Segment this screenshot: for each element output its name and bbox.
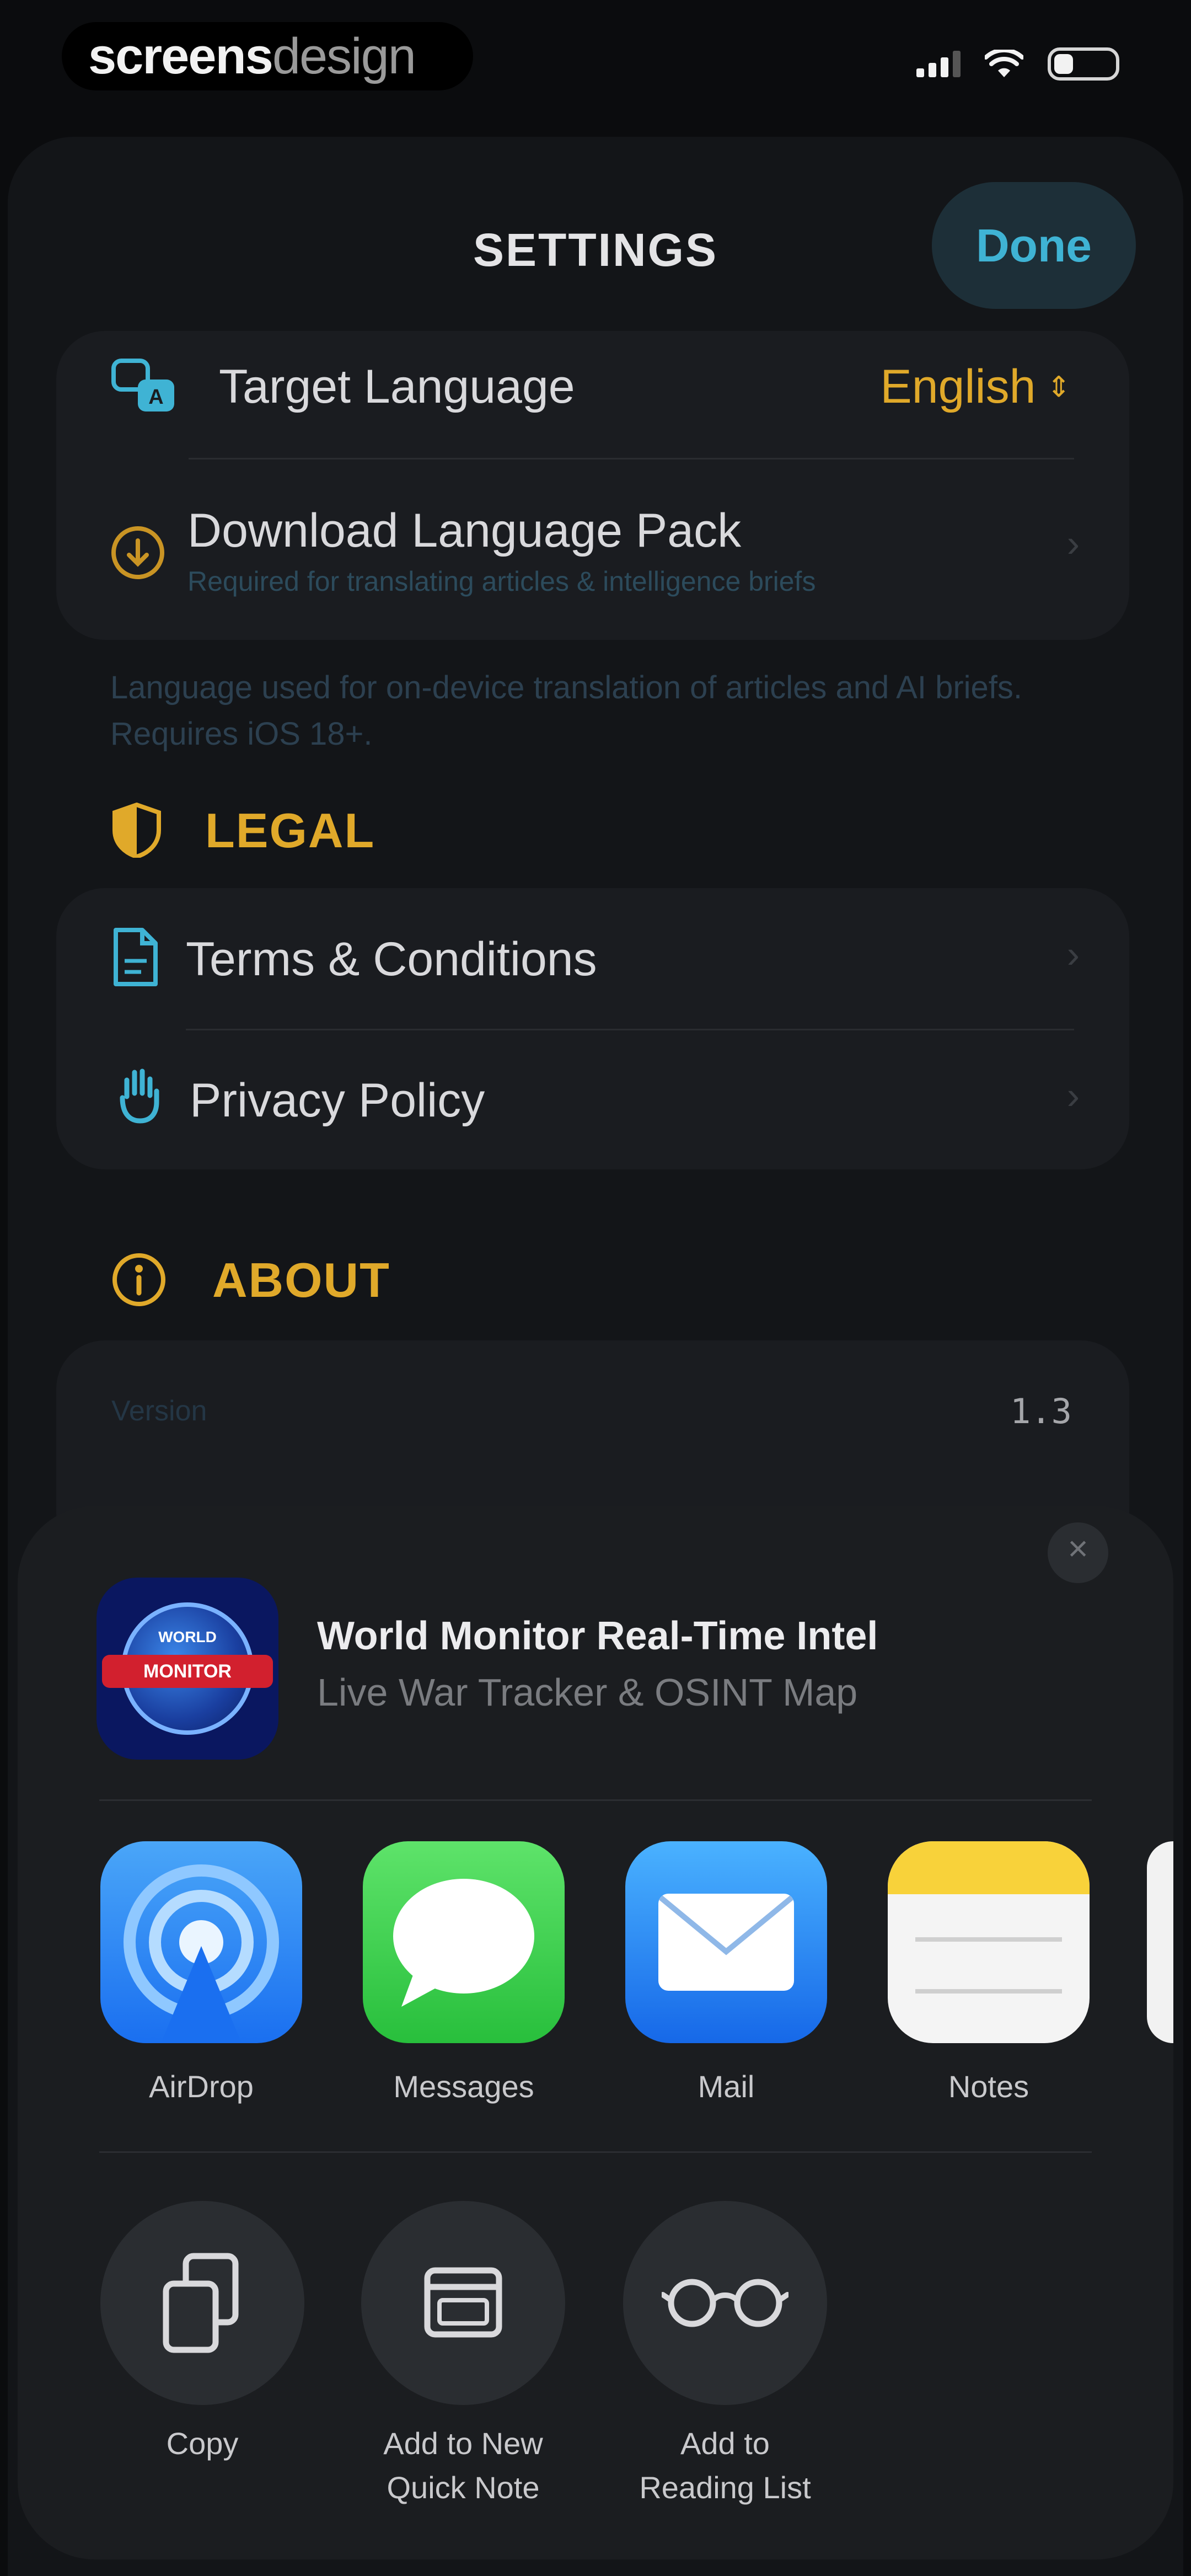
chevron-right-icon: › [1066,1074,1080,1117]
row-divider [189,458,1074,459]
target-language-value: English [880,360,1036,413]
battery-level [1054,54,1073,74]
messages-tile[interactable] [363,1841,565,2043]
status-bar: screens design [0,0,1191,127]
share-divider [99,1799,1092,1801]
brand-text-light: design [272,28,416,84]
up-down-chevron-icon: ⇕ [1047,371,1071,403]
airdrop-tile[interactable] [100,1841,302,2043]
reading-list-button[interactable] [623,2201,827,2405]
document-icon [114,928,158,986]
version-label: Version [111,1395,207,1427]
reading-list-icon [662,2279,788,2327]
version-value: 1.3 [1010,1391,1072,1431]
mail-tile[interactable] [625,1841,827,2043]
quick-note-label: Add to New Quick Note [347,2422,579,2510]
download-language-pack-subtitle: Required for translating articles & inte… [187,566,816,597]
language-card: A Target Language English ⇕ Download Lan… [56,331,1129,640]
app-icon-text-top: WORLD [158,1628,217,1645]
airdrop-label: AirDrop [149,2069,254,2104]
reading-list-label-line1: Add to [680,2426,770,2461]
more-app-tile[interactable] [1147,1841,1173,2043]
app-icon-banner: MONITOR [102,1655,273,1688]
mail-icon [658,1894,794,1991]
info-icon [112,1253,165,1306]
download-icon [111,526,164,579]
screen-root: screens design SETTINGS Done A Target Lan… [0,0,1191,2576]
legal-card: Terms & Conditions › Privacy Policy › [56,888,1129,1169]
target-language-label: Target Language [219,360,575,413]
app-icon: MONITOR WORLD [96,1578,278,1760]
quick-note-button[interactable] [361,2201,565,2405]
copy-icon [163,2253,239,2353]
privacy-label: Privacy Policy [190,1074,485,1127]
close-button[interactable]: × [1048,1522,1108,1583]
app-icon-text: MONITOR [143,1660,232,1682]
share-divider [99,2151,1092,2153]
terms-label: Terms & Conditions [186,933,597,986]
airdrop-icon [124,1864,279,2043]
terms-row[interactable]: Terms & Conditions › [56,888,1129,1029]
brand-watermark: screens design [62,22,473,90]
messages-icon [393,1879,534,2007]
language-footnote: Language used for on-device translation … [110,670,1023,752]
notes-label: Notes [948,2069,1029,2104]
shield-icon [112,803,161,858]
hand-icon [120,1068,159,1124]
battery-icon [1048,47,1119,81]
quick-note-label-line1: Add to New [383,2426,543,2461]
messages-label: Messages [393,2069,534,2104]
wifi-icon [985,50,1023,77]
cellular-signal-icon [916,51,961,77]
chevron-right-icon: › [1066,933,1080,976]
done-button[interactable]: Done [932,182,1136,309]
svg-text:A: A [148,386,163,409]
download-language-pack-row[interactable]: Download Language Pack Required for tran… [56,461,1129,626]
status-icons [916,47,1119,81]
privacy-row[interactable]: Privacy Policy › [56,1030,1129,1169]
reading-list-label: Add to Reading List [609,2422,841,2510]
copy-button[interactable] [100,2201,304,2405]
share-app-title: World Monitor Real-Time Intel [317,1614,878,1658]
quick-note-icon [424,2267,502,2338]
translate-icon: A [111,359,174,411]
copy-label-line1: Copy [166,2426,239,2461]
share-app-subtitle: Live War Tracker & OSINT Map [317,1671,858,1714]
chevron-right-icon: › [1066,522,1080,565]
notes-tile[interactable] [888,1841,1090,2043]
close-icon: × [1067,1529,1088,1568]
mail-label: Mail [698,2069,755,2104]
about-section-title: ABOUT [212,1253,390,1307]
quick-note-label-line2: Quick Note [387,2470,540,2505]
brand-text-bold: screens [88,28,273,84]
notes-icon [888,1841,1090,1994]
legal-section-title: LEGAL [205,803,375,858]
target-language-picker[interactable]: English ⇕ [880,360,1071,414]
download-language-pack-label: Download Language Pack [187,504,742,557]
reading-list-label-line2: Reading List [639,2470,811,2505]
copy-label: Copy [87,2422,318,2466]
